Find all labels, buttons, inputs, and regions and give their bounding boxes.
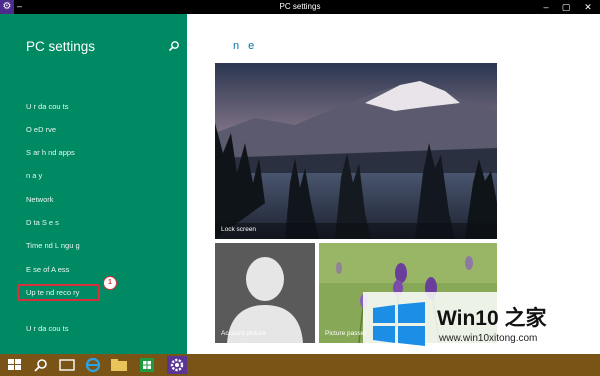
user-silhouette-icon	[227, 257, 303, 343]
sidebar-item-network[interactable]: Network	[26, 195, 54, 204]
lock-screen-label: Lock screen	[221, 226, 257, 233]
close-button[interactable]: ✕	[578, 0, 598, 14]
sidebar-item-data-sense[interactable]: D ta S e s	[26, 218, 59, 227]
lock-screen-tile[interactable]: Lock screen	[215, 63, 497, 239]
store-icon[interactable]	[136, 356, 158, 374]
internet-explorer-icon[interactable]	[82, 356, 104, 374]
lock-screen-image	[215, 63, 497, 239]
watermark-url: www.win10xitong.com	[439, 333, 538, 344]
sidebar-item-accounts[interactable]: U r da cou ts	[26, 102, 69, 111]
file-explorer-icon[interactable]	[108, 356, 130, 374]
account-picture-tile[interactable]: Account picture	[215, 243, 315, 343]
sidebar-item-search-and-apps[interactable]: S ar h nd apps	[26, 148, 75, 157]
window-menu-button[interactable]: –	[17, 0, 22, 12]
sidebar-item-accounts-duplicate[interactable]: U r da cou ts	[26, 324, 69, 333]
step-badge: 1	[103, 276, 117, 290]
watermark-brand: Win10 之家	[437, 307, 547, 330]
search-icon[interactable]	[168, 40, 180, 52]
sidebar-item-time-and-language[interactable]: Time nd L ngu g	[26, 241, 80, 250]
sidebar-title: PC settings	[26, 39, 96, 54]
account-picture-label: Account picture	[221, 330, 266, 337]
task-view-icon[interactable]	[56, 356, 78, 374]
settings-icon[interactable]	[166, 356, 188, 374]
sidebar-item-onedrive[interactable]: O eD rve	[26, 125, 56, 134]
title-bar: ⚙ – PC settings – ▢ ✕	[0, 0, 600, 14]
picture-password-label: Picture passw	[325, 330, 366, 337]
sidebar-item-ease-of-access[interactable]: E se of A ess	[26, 265, 69, 274]
highlight-box	[17, 284, 100, 301]
watermark: Win10 之家 www.win10xitong.com	[363, 292, 600, 354]
window-title: PC settings	[279, 2, 321, 11]
app-settings-icon[interactable]: ⚙	[0, 0, 14, 14]
sidebar-item-privacy[interactable]: n a y	[26, 171, 42, 180]
maximize-button[interactable]: ▢	[556, 0, 576, 14]
minimize-button[interactable]: –	[536, 0, 556, 14]
sidebar: PC settings U r da cou ts O eD rve S ar …	[0, 14, 187, 354]
windows-logo-icon	[373, 302, 425, 346]
search-icon[interactable]	[30, 356, 52, 374]
page-heading: n e	[233, 40, 258, 52]
windows-start-icon[interactable]	[4, 356, 26, 374]
taskbar	[0, 354, 600, 376]
